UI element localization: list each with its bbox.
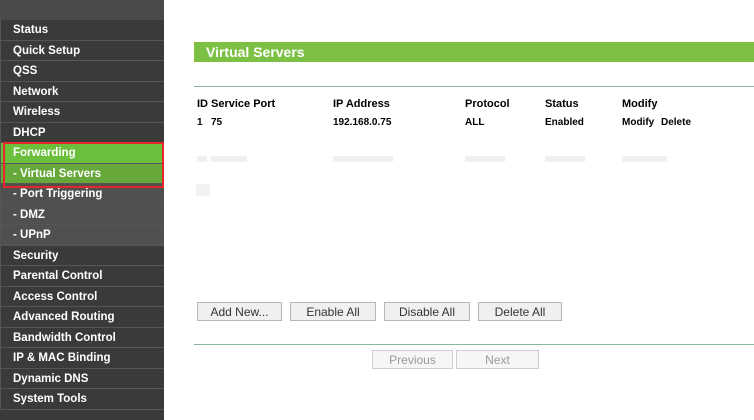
page-title: Virtual Servers bbox=[194, 42, 754, 62]
main-content: Virtual Servers ID Service Port IP Addre… bbox=[164, 0, 754, 410]
sidebar-item-dynamic-dns[interactable]: Dynamic DNS bbox=[0, 368, 164, 389]
row-ip-address: 192.168.0.75 bbox=[333, 117, 392, 128]
disable-all-button[interactable]: Disable All bbox=[384, 302, 470, 321]
header-id: ID bbox=[197, 98, 208, 110]
empty-table-row bbox=[197, 154, 717, 164]
sidebar-top-bar bbox=[0, 0, 164, 20]
sidebar-item-system-tools[interactable]: System Tools bbox=[0, 389, 164, 410]
row-status: Enabled bbox=[545, 117, 584, 128]
row-service-port: 75 bbox=[211, 117, 223, 128]
next-button[interactable]: Next bbox=[456, 350, 539, 369]
row-id: 1 bbox=[197, 117, 203, 128]
previous-button[interactable]: Previous bbox=[372, 350, 453, 369]
sidebar-item-wireless[interactable]: Wireless bbox=[0, 102, 164, 123]
pagination-divider bbox=[194, 344, 754, 345]
sidebar-item-virtual-servers[interactable]: - Virtual Servers bbox=[0, 163, 164, 184]
header-modify: Modify bbox=[622, 98, 658, 110]
sidebar-item-dmz[interactable]: - DMZ bbox=[0, 204, 164, 225]
header-ip-address: IP Address bbox=[333, 98, 390, 110]
sidebar-item-access-control[interactable]: Access Control bbox=[0, 286, 164, 307]
sidebar-item-parental-control[interactable]: Parental Control bbox=[0, 266, 164, 287]
sidebar-item-bandwidth-control[interactable]: Bandwidth Control bbox=[0, 327, 164, 348]
sidebar-item-forwarding[interactable]: Forwarding bbox=[0, 143, 164, 164]
sidebar-menu: Status Quick Setup QSS Network Wireless DHCP F… bbox=[0, 0, 164, 420]
sidebar-item-security[interactable]: Security bbox=[0, 245, 164, 266]
sidebar-item-network[interactable]: Network bbox=[0, 81, 164, 102]
header-protocol: Protocol bbox=[465, 98, 510, 110]
sidebar-item-quick-setup[interactable]: Quick Setup bbox=[0, 40, 164, 61]
modify-link[interactable]: Modify bbox=[622, 117, 654, 128]
enable-all-button[interactable]: Enable All bbox=[290, 302, 376, 321]
header-status: Status bbox=[545, 98, 579, 110]
sidebar-item-dhcp[interactable]: DHCP bbox=[0, 122, 164, 143]
sidebar-item-port-triggering[interactable]: - Port Triggering bbox=[0, 184, 164, 205]
sidebar-item-status[interactable]: Status bbox=[0, 20, 164, 41]
add-new-button[interactable]: Add New... bbox=[197, 302, 282, 321]
sidebar-item-upnp[interactable]: - UPnP bbox=[0, 225, 164, 246]
header-service-port: Service Port bbox=[211, 98, 276, 110]
delete-link[interactable]: Delete bbox=[661, 117, 691, 128]
sidebar-item-ip-mac-binding[interactable]: IP & MAC Binding bbox=[0, 348, 164, 369]
sidebar-item-advanced-routing[interactable]: Advanced Routing bbox=[0, 307, 164, 328]
row-protocol: ALL bbox=[465, 117, 485, 128]
sidebar-bottom bbox=[0, 409, 164, 420]
title-divider bbox=[194, 86, 754, 87]
delete-all-button[interactable]: Delete All bbox=[478, 302, 562, 321]
sidebar-item-qss[interactable]: QSS bbox=[0, 61, 164, 82]
empty-placeholder bbox=[196, 184, 210, 196]
